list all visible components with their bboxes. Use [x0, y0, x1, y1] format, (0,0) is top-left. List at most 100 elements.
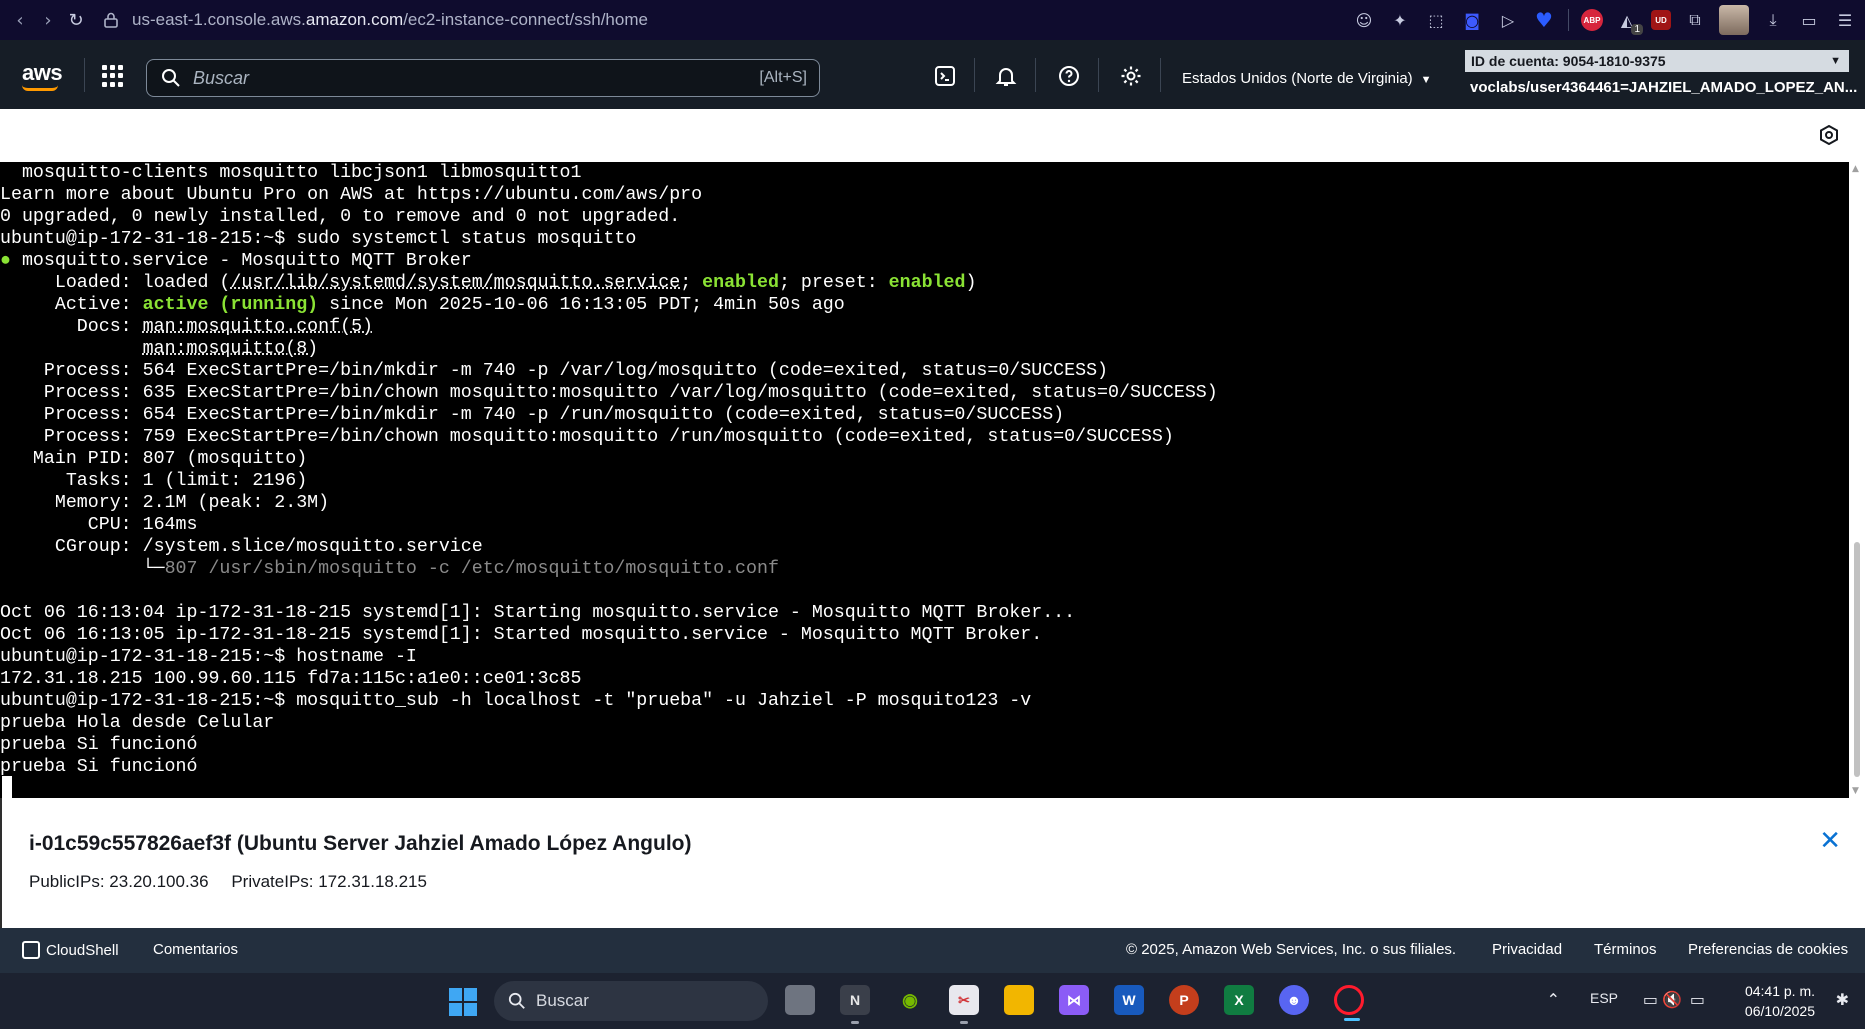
user-name: voclabs/user4364461=JAHZIEL_AMADO_LOPEZ_…	[1470, 79, 1858, 96]
privacy-link[interactable]: Privacidad	[1492, 941, 1562, 958]
terminal-text: since Mon 2025-10-06 16:13:05 PDT; 4min …	[318, 295, 845, 315]
nvidia-icon[interactable]: ◉	[895, 985, 925, 1015]
aws-logo[interactable]: aws	[22, 60, 63, 91]
pocket-icon[interactable]: ◙	[1460, 8, 1484, 32]
network-icon[interactable]: ▭	[1643, 990, 1658, 1009]
account-menu[interactable]: ID de cuenta: 9054-1810-9375 ▼	[1465, 50, 1849, 72]
chevron-up-icon[interactable]: ⌃	[1547, 990, 1560, 1009]
terminal-text: Memory: 2.1M (peak: 2.3M)	[0, 493, 330, 513]
clock-date: 06/10/2025	[1744, 1003, 1815, 1019]
adblock-icon[interactable]: ABP	[1581, 9, 1603, 31]
help-icon[interactable]	[1057, 64, 1081, 88]
puzzle-icon[interactable]: ⧉	[1683, 8, 1707, 32]
terminal-line: Docs: man:mosquitto.conf(5)	[0, 316, 1849, 338]
terminal-line: Memory: 2.1M (peak: 2.3M)	[0, 492, 1849, 514]
feedback-link[interactable]: Comentarios	[153, 941, 238, 958]
terminal-text: mosquitto.service - Mosquitto MQTT Broke…	[10, 251, 472, 271]
opera-icon[interactable]	[1334, 985, 1364, 1021]
terminal-scrollbar[interactable]: ▲ ▼	[1849, 162, 1865, 798]
ublock-icon[interactable]: UD	[1651, 10, 1671, 30]
private-ips: PrivateIPs: 172.31.18.215	[231, 872, 427, 891]
url-path: /ec2-instance-connect/ssh/home	[403, 10, 648, 29]
terminal-text: CPU: 164ms	[0, 515, 198, 535]
terminal-line: ● mosquitto.service - Mosquitto MQTT Bro…	[0, 250, 1849, 272]
reload-icon[interactable]: ↻	[62, 6, 90, 34]
search-shortcut: [Alt+S]	[759, 69, 807, 86]
terminal-text: ●	[0, 251, 11, 271]
terms-link[interactable]: Términos	[1594, 941, 1657, 958]
terminal-line: └─807 /usr/sbin/mosquitto -c /etc/mosqui…	[0, 558, 1849, 580]
visual-studio-icon[interactable]: ⋈	[1059, 985, 1089, 1015]
terminal-line: 0 upgraded, 0 newly installed, 0 to remo…	[0, 206, 1849, 228]
terminal-text: Oct 06 16:13:04 ip-172-31-18-215 systemd…	[0, 603, 1076, 623]
screenshot-icon[interactable]: ⬚	[1424, 8, 1448, 32]
copyright-text: © 2025, Amazon Web Services, Inc. o sus …	[1126, 941, 1457, 958]
task-view-icon[interactable]	[785, 985, 815, 1015]
battery-icon[interactable]: ▭	[1690, 990, 1705, 1009]
url-prefix: us-east-1.console.aws.	[132, 10, 306, 29]
search-input[interactable]: Buscar [Alt+S]	[146, 59, 820, 97]
back-icon[interactable]: ‹	[6, 6, 34, 34]
terminal-line: Process: 654 ExecStartPre=/bin/mkdir -m …	[0, 404, 1849, 426]
aws-logo-text: aws	[22, 60, 63, 85]
terminal-line: prueba Si funcionó	[0, 756, 1849, 778]
forward-icon[interactable]: ›	[34, 6, 62, 34]
notification-icon[interactable]: ✱	[1836, 990, 1849, 1009]
scroll-up-icon[interactable]: ▲	[1852, 164, 1859, 174]
excel-icon[interactable]: X	[1224, 985, 1254, 1015]
bell-icon[interactable]	[994, 64, 1018, 88]
address-bar[interactable]: us-east-1.console.aws. amazon.com/ec2-ins…	[104, 10, 648, 30]
profile-avatar[interactable]	[1719, 5, 1749, 35]
terminal-line: Oct 06 16:13:05 ip-172-31-18-215 systemd…	[0, 624, 1849, 646]
clock[interactable]: 04:41 p. m. 06/10/2025	[1745, 981, 1815, 1021]
site-info-icon[interactable]	[104, 12, 118, 28]
terminal-text: man:mosquitto(8)	[142, 339, 319, 359]
windows-start-icon[interactable]	[449, 988, 477, 1016]
gear-icon[interactable]	[1119, 64, 1143, 88]
heart-icon[interactable]: ♥	[1532, 8, 1556, 32]
battery-icon[interactable]: ▭	[1797, 8, 1821, 32]
instance-connect-icon[interactable]	[1819, 124, 1839, 146]
smiley-icon[interactable]: ☺	[1352, 8, 1376, 32]
instance-title: i-01c59c557826aef3f (Ubuntu Server Jahzi…	[29, 832, 692, 855]
snipping-tool-icon[interactable]: ✂	[949, 985, 979, 1024]
powerpoint-icon[interactable]: P	[1169, 985, 1199, 1015]
ghostery-icon[interactable]: ◭ 1	[1615, 8, 1643, 35]
discord-icon[interactable]: ☻	[1279, 985, 1309, 1015]
volume-muted-icon[interactable]: 🔇	[1662, 990, 1682, 1009]
terminal[interactable]: mosquitto-clients mosquitto libcjson1 li…	[0, 162, 1849, 798]
terminal-text: active (running)	[142, 295, 319, 315]
region-selector[interactable]: Estados Unidos (Norte de Virginia) ▼	[1182, 70, 1432, 87]
services-grid-icon[interactable]	[102, 65, 124, 87]
close-icon[interactable]: ✕	[1819, 826, 1841, 856]
clock-time: 04:41 p. m.	[1744, 983, 1815, 999]
menu-icon[interactable]: ☰	[1833, 8, 1857, 32]
terminal-text: /usr/lib/systemd/system/mosquitto.servic…	[230, 273, 681, 293]
cookie-preferences-link[interactable]: Preferencias de cookies	[1688, 941, 1848, 958]
terminal-line: Process: 564 ExecStartPre=/bin/mkdir -m …	[0, 360, 1849, 382]
word-icon[interactable]: W	[1114, 985, 1144, 1015]
cloudshell-icon[interactable]	[933, 64, 957, 88]
console-footer: CloudShell Comentarios © 2025, Amazon We…	[0, 928, 1865, 973]
terminal-text: prueba Hola desde Celular	[0, 713, 275, 733]
notion-icon[interactable]: N	[840, 985, 870, 1024]
download-icon[interactable]: ⤓	[1761, 8, 1785, 32]
header-divider	[1160, 58, 1161, 92]
terminal-text: ubuntu@ip-172-31-18-215:~$ hostname -I	[0, 647, 417, 667]
pin-icon[interactable]: ✦	[1388, 8, 1412, 32]
scrollbar-thumb[interactable]	[1854, 542, 1860, 777]
terminal-text: Main PID: 807 (mosquitto)	[0, 449, 308, 469]
language-indicator[interactable]: ESP	[1590, 990, 1618, 1006]
send-icon[interactable]: ▷	[1496, 8, 1520, 32]
terminal-text: Tasks: 1 (limit: 2196)	[0, 471, 308, 491]
file-explorer-icon[interactable]	[1004, 985, 1034, 1015]
scroll-down-icon[interactable]: ▼	[1852, 786, 1859, 796]
terminal-line: Oct 06 16:13:04 ip-172-31-18-215 systemd…	[0, 602, 1849, 624]
terminal-text: enabled	[888, 273, 966, 293]
cloudshell-button[interactable]: CloudShell	[22, 941, 119, 959]
terminal-text: Process: 759 ExecStartPre=/bin/chown mos…	[0, 427, 1174, 447]
aws-console-header: aws Buscar [Alt+S] Estados Unidos (Norte…	[0, 40, 1865, 109]
terminal-text: mosquitto-clients mosquitto libcjson1 li…	[0, 163, 582, 183]
terminal-line: CPU: 164ms	[0, 514, 1849, 536]
taskbar-search[interactable]: Buscar	[494, 981, 768, 1021]
